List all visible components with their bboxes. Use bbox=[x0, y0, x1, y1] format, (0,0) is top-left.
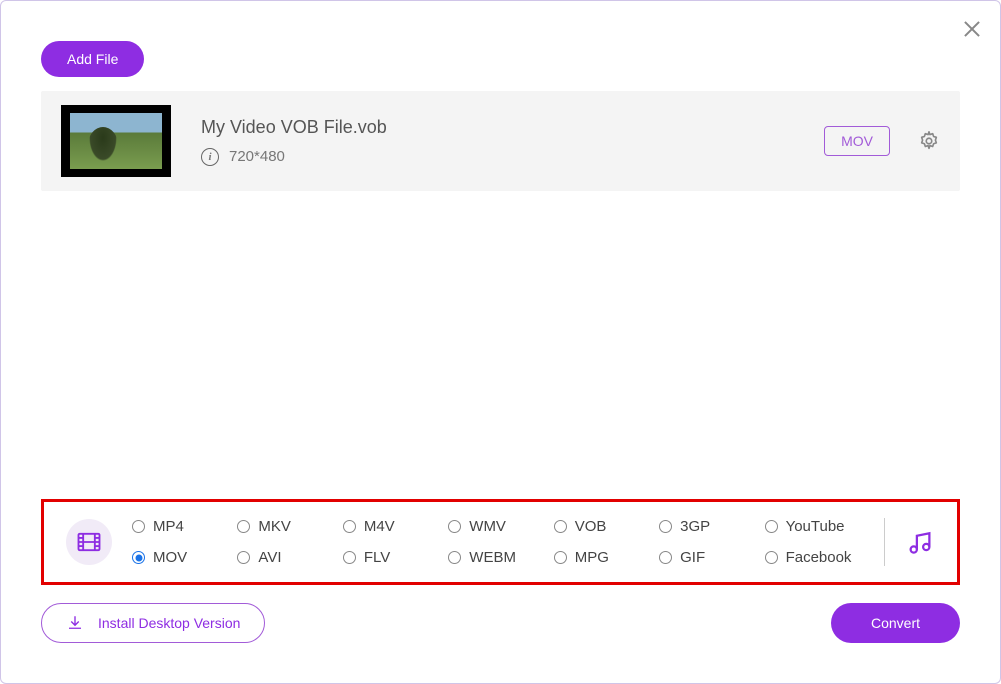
format-option-3gp[interactable]: 3GP bbox=[659, 518, 758, 535]
radio-icon bbox=[765, 551, 778, 564]
radio-icon bbox=[554, 551, 567, 564]
format-label: VOB bbox=[575, 518, 607, 535]
install-desktop-label: Install Desktop Version bbox=[98, 615, 240, 631]
format-selection-box: MP4 MOV MKV AVI M4V FLV WMV WEBM VOB MPG 3GP GIF You… bbox=[41, 499, 960, 585]
add-file-button[interactable]: Add File bbox=[41, 41, 144, 77]
format-label: MOV bbox=[153, 549, 187, 566]
radio-icon bbox=[237, 520, 250, 533]
format-option-facebook[interactable]: Facebook bbox=[765, 549, 864, 566]
radio-icon bbox=[448, 520, 461, 533]
format-label: GIF bbox=[680, 549, 705, 566]
gear-icon[interactable] bbox=[918, 130, 940, 152]
install-desktop-button[interactable]: Install Desktop Version bbox=[41, 603, 265, 643]
output-format-badge[interactable]: MOV bbox=[824, 126, 890, 156]
format-label: YouTube bbox=[786, 518, 845, 535]
format-label: WMV bbox=[469, 518, 506, 535]
format-option-mkv[interactable]: MKV bbox=[237, 518, 336, 535]
radio-icon bbox=[659, 520, 672, 533]
radio-icon bbox=[448, 551, 461, 564]
format-option-youtube[interactable]: YouTube bbox=[765, 518, 864, 535]
close-icon[interactable] bbox=[960, 17, 984, 41]
file-name: My Video VOB File.vob bbox=[201, 117, 824, 138]
format-label: Facebook bbox=[786, 549, 852, 566]
format-label: WEBM bbox=[469, 549, 516, 566]
format-label: FLV bbox=[364, 549, 390, 566]
format-option-m4v[interactable]: M4V bbox=[343, 518, 442, 535]
format-label: AVI bbox=[258, 549, 281, 566]
format-option-vob[interactable]: VOB bbox=[554, 518, 653, 535]
radio-icon bbox=[132, 551, 145, 564]
radio-icon bbox=[343, 551, 356, 564]
format-label: MPG bbox=[575, 549, 609, 566]
format-option-avi[interactable]: AVI bbox=[237, 549, 336, 566]
divider bbox=[884, 518, 885, 566]
radio-icon bbox=[765, 520, 778, 533]
radio-icon bbox=[132, 520, 145, 533]
radio-icon bbox=[237, 551, 250, 564]
format-label: MKV bbox=[258, 518, 291, 535]
format-option-flv[interactable]: FLV bbox=[343, 549, 442, 566]
file-resolution: 720*480 bbox=[229, 148, 285, 165]
video-thumbnail bbox=[61, 105, 171, 177]
format-label: 3GP bbox=[680, 518, 710, 535]
video-type-icon[interactable] bbox=[66, 519, 112, 565]
radio-icon bbox=[343, 520, 356, 533]
file-row: My Video VOB File.vob i 720*480 MOV bbox=[41, 91, 960, 191]
format-option-webm[interactable]: WEBM bbox=[448, 549, 547, 566]
radio-icon bbox=[554, 520, 567, 533]
info-icon[interactable]: i bbox=[201, 148, 219, 166]
format-option-mov[interactable]: MOV bbox=[132, 549, 231, 566]
format-option-wmv[interactable]: WMV bbox=[448, 518, 547, 535]
radio-icon bbox=[659, 551, 672, 564]
format-option-gif[interactable]: GIF bbox=[659, 549, 758, 566]
convert-button[interactable]: Convert bbox=[831, 603, 960, 643]
format-label: M4V bbox=[364, 518, 395, 535]
format-label: MP4 bbox=[153, 518, 184, 535]
format-option-mp4[interactable]: MP4 bbox=[132, 518, 231, 535]
format-option-mpg[interactable]: MPG bbox=[554, 549, 653, 566]
music-icon[interactable] bbox=[905, 527, 935, 557]
download-icon bbox=[66, 614, 84, 632]
